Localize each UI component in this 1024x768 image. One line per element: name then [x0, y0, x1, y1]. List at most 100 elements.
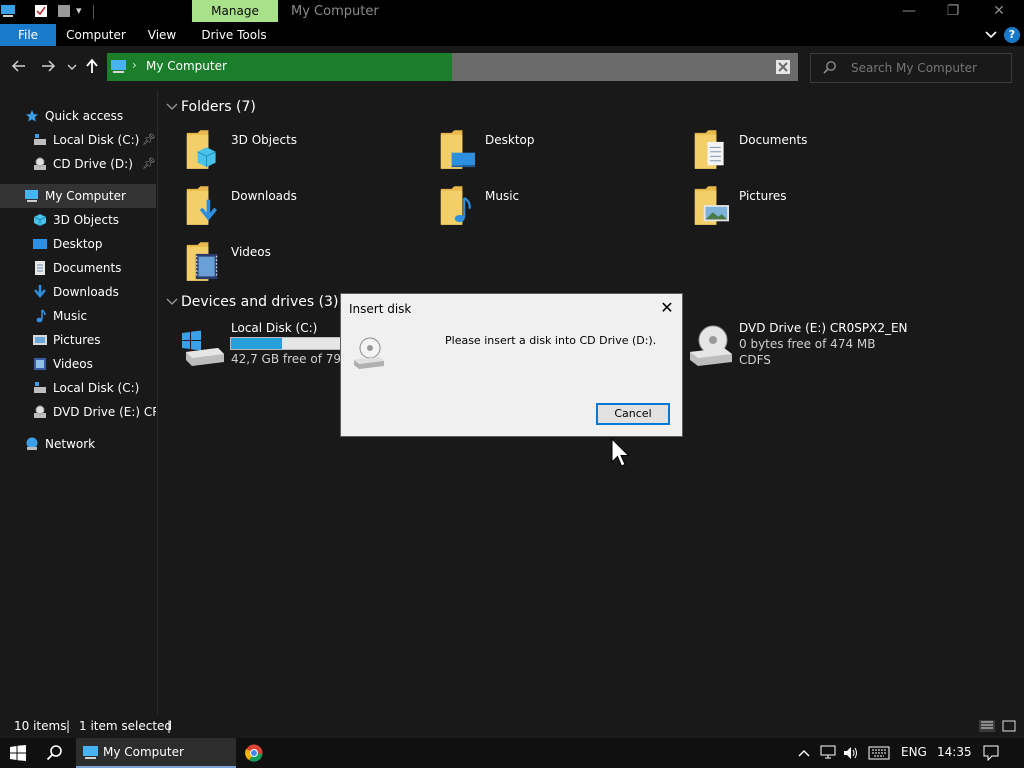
drive-free-space: 0 bytes free of 474 MB	[739, 337, 876, 351]
help-button[interactable]: ?	[1004, 27, 1020, 43]
drive-tile-dvd-e[interactable]: DVD Drive (E:) CR0SPX2_EN 0 bytes free o…	[686, 318, 908, 370]
sidebar-item-downloads[interactable]: Downloads	[0, 280, 156, 304]
computer-icon	[83, 746, 98, 759]
minimize-button[interactable]: —	[886, 0, 932, 24]
folder-label: Documents	[739, 133, 808, 147]
sidebar-item-local-disk-c-2[interactable]: Local Disk (C:)	[0, 376, 156, 400]
volume-icon[interactable]	[843, 745, 861, 761]
sidebar-item-desktop[interactable]: Desktop	[0, 232, 156, 256]
sidebar-item-3d-objects[interactable]: 3D Objects	[0, 208, 156, 232]
new-folder-icon[interactable]	[57, 4, 71, 18]
folder-icon	[440, 186, 471, 225]
folder-tile-desktop[interactable]: Desktop	[439, 128, 679, 180]
arrow-up-icon[interactable]	[82, 56, 102, 76]
drive-filesystem: CDFS	[739, 353, 771, 367]
clear-address-button[interactable]	[768, 53, 798, 81]
windows-drive-icon	[182, 330, 224, 366]
dialog-body: Please insert a disk into CD Drive (D:).…	[341, 324, 682, 436]
pin-icon: 📌︎	[142, 157, 156, 170]
cd-drive-icon	[354, 337, 384, 369]
recent-locations-icon[interactable]	[62, 56, 82, 76]
folder-tile-3d-objects[interactable]: 3D Objects	[185, 128, 425, 180]
language-indicator[interactable]: ENG	[901, 745, 927, 759]
taskbar-app-my-computer[interactable]: My Computer	[76, 738, 236, 768]
drive-icon	[34, 382, 46, 393]
close-button[interactable]: ✕	[976, 0, 1022, 24]
details-view-icon[interactable]	[979, 720, 995, 732]
sidebar-item-label: Downloads	[53, 285, 119, 299]
chrome-icon[interactable]	[245, 744, 263, 762]
sidebar-item-label: Network	[45, 437, 96, 451]
sidebar-item-label: Local Disk (C:)	[53, 381, 140, 395]
search-input[interactable]	[849, 58, 1003, 78]
windows-start-icon[interactable]	[10, 745, 26, 761]
notifications-icon[interactable]	[983, 745, 999, 761]
folder-tile-downloads[interactable]: Downloads	[185, 184, 425, 236]
group-header-devices[interactable]: Devices and drives (3)	[181, 294, 338, 310]
tab-file[interactable]: File	[0, 24, 56, 46]
keyboard-icon[interactable]	[868, 746, 890, 760]
drive-usage-bar	[230, 337, 342, 350]
dvd-drive-icon	[34, 405, 46, 418]
sidebar-item-videos[interactable]: Videos	[0, 352, 156, 376]
drive-usage-fill	[231, 338, 282, 349]
cd-drive-icon	[34, 157, 46, 170]
breadcrumb-my-computer[interactable]: My Computer	[146, 59, 227, 73]
sidebar-item-label: CD Drive (D:)	[53, 157, 133, 171]
search-box[interactable]	[810, 53, 1012, 83]
group-header-folders[interactable]: Folders (7)	[181, 99, 256, 115]
dialog-message: Please insert a disk into CD Drive (D:).	[445, 334, 657, 347]
computer-icon	[1, 5, 15, 17]
arrow-left-icon[interactable]	[9, 56, 29, 76]
sidebar-item-pictures[interactable]: Pictures	[0, 328, 156, 352]
pane-divider[interactable]	[157, 90, 158, 714]
sidebar-item-dvd-drive-e[interactable]: DVD Drive (E:) CR0S	[0, 400, 156, 424]
restore-button[interactable]: ❐	[930, 0, 976, 24]
chevron-down-icon[interactable]	[166, 102, 178, 112]
sidebar-item-my-computer[interactable]: My Computer	[0, 184, 156, 208]
status-selected-count: 1 item selected	[79, 719, 173, 733]
address-bar-empty[interactable]	[452, 53, 768, 81]
desktop-icon	[33, 239, 47, 249]
properties-icon[interactable]	[34, 4, 48, 18]
sidebar-item-network[interactable]: Network	[0, 432, 156, 456]
folder-icon	[186, 242, 218, 281]
mouse-cursor-icon	[611, 438, 630, 467]
tab-view[interactable]: View	[138, 24, 186, 46]
address-bar[interactable]: › My Computer	[107, 53, 452, 81]
drive-name: DVD Drive (E:) CR0SPX2_EN	[739, 321, 908, 335]
taskbar-app-label: My Computer	[103, 745, 184, 759]
tab-computer[interactable]: Computer	[60, 24, 132, 46]
network-icon	[26, 437, 38, 450]
folder-tile-videos[interactable]: Videos	[185, 240, 425, 292]
sidebar-item-cd-drive-d[interactable]: CD Drive (D:) 📌︎	[0, 152, 156, 176]
tab-drive-tools[interactable]: Drive Tools	[196, 24, 272, 46]
status-item-count: 10 items	[14, 719, 67, 733]
sidebar-item-documents[interactable]: Documents	[0, 256, 156, 280]
folder-label: Desktop	[485, 133, 535, 147]
folder-tile-music[interactable]: Music	[439, 184, 679, 236]
tab-manage[interactable]: Manage	[192, 0, 278, 22]
clock[interactable]: 14:35	[937, 745, 972, 759]
picture-icon	[33, 335, 47, 345]
sidebar-item-label: 3D Objects	[53, 213, 120, 227]
sidebar-item-quick-access[interactable]: Quick access	[0, 104, 156, 128]
show-hidden-icons-icon[interactable]	[797, 747, 811, 759]
folder-tile-documents[interactable]: Documents	[693, 128, 933, 180]
search-icon[interactable]	[46, 744, 64, 762]
drive-tile-local-disk-c[interactable]: Local Disk (C:) 42,7 GB free of 79,4 G	[178, 318, 366, 368]
customize-quick-access-icon[interactable]: ▾	[76, 4, 82, 17]
chevron-down-icon[interactable]	[166, 297, 178, 307]
dialog-close-button[interactable]: ✕	[657, 298, 677, 318]
folder-tile-pictures[interactable]: Pictures	[693, 184, 933, 236]
cancel-button[interactable]: Cancel	[596, 403, 670, 425]
chevron-down-icon[interactable]	[984, 29, 998, 41]
large-icons-view-icon[interactable]	[1002, 720, 1016, 732]
download-icon	[34, 285, 46, 298]
sidebar-item-local-disk-c[interactable]: Local Disk (C:) 📌︎	[0, 128, 156, 152]
arrow-right-icon[interactable]	[38, 56, 58, 76]
network-status-icon[interactable]	[820, 745, 838, 761]
sidebar-item-music[interactable]: Music	[0, 304, 156, 328]
drive-name: Local Disk (C:)	[231, 321, 318, 335]
dvd-drive-icon	[690, 325, 732, 366]
